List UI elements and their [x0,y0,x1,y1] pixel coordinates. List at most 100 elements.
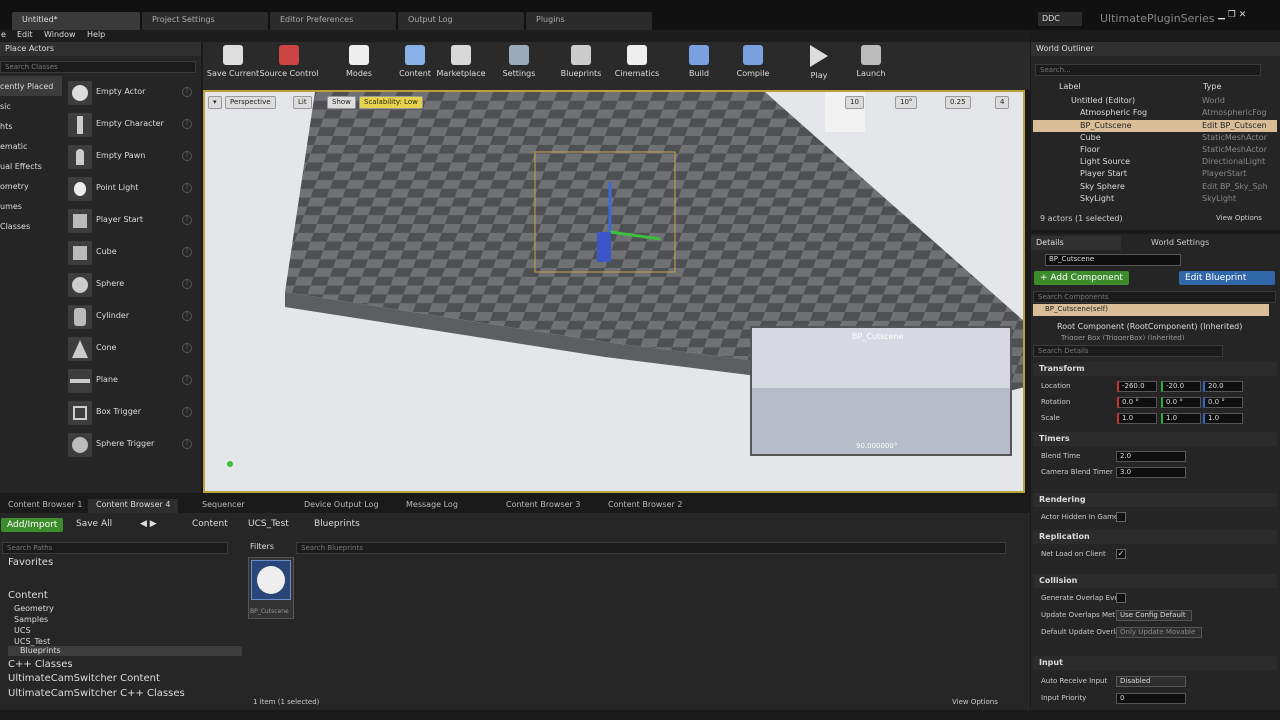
filters-button[interactable]: Filters [250,542,274,551]
actor-cone[interactable]: Cone? [64,334,198,364]
tab-content-browser-4[interactable]: Content Browser 4 [88,499,179,513]
tab-editor-preferences[interactable]: Editor Preferences [270,12,396,30]
actor-hidden-checkbox[interactable] [1116,512,1126,522]
tab-content-browser-2[interactable]: Content Browser 2 [600,499,690,513]
window-controls[interactable]: ▁ ❐ ✕ [1218,10,1246,20]
add-component-button[interactable]: + Add Component [1034,271,1129,285]
outliner-row[interactable]: Cube StaticMeshActor [1033,132,1277,144]
generate-overlap-checkbox[interactable] [1116,593,1126,603]
location-x[interactable]: -260.0 [1117,381,1157,392]
breadcrumb-ucs-test[interactable]: UCS_Test [248,519,289,529]
cinematics-button[interactable]: Cinematics [607,45,667,87]
actor-sphere[interactable]: Sphere? [64,270,198,300]
actor-sphere-trigger[interactable]: Sphere Trigger? [64,430,198,460]
actor-point-light[interactable]: Point Light? [64,174,198,204]
tab-message-log[interactable]: Message Log [398,499,466,513]
outliner-row[interactable]: Untitled (Editor) World [1033,95,1277,107]
folder-ucs[interactable]: UCS [14,626,31,635]
scale-y[interactable]: 1.0 [1161,413,1201,424]
scalability-warning[interactable]: Scalability: Low [359,96,423,109]
level-viewport[interactable]: ▾ Perspective Lit Show Scalability: Low … [203,90,1025,493]
net-load-checkbox[interactable]: ✓ [1116,549,1126,559]
build-button[interactable]: Build [669,45,729,87]
component-root[interactable]: Root Component (RootComponent) (Inherite… [1057,322,1242,331]
actor-cylinder[interactable]: Cylinder? [64,302,198,332]
outliner-row[interactable]: SkyLight SkyLight [1033,193,1277,205]
folder-cpp-classes[interactable]: C++ Classes [8,659,73,670]
breadcrumb-blueprints[interactable]: Blueprints [314,519,360,529]
section-input[interactable]: Input [1033,656,1277,670]
history-arrows[interactable]: ◀ ▶ [140,519,157,529]
rotation-z[interactable]: 0.0 ° [1203,397,1243,408]
viewport-options-button[interactable]: ▾ [208,96,222,109]
menu-help[interactable]: Help [87,30,105,39]
scale-snap-value[interactable]: 0.25 [945,96,971,109]
actor-name-field[interactable]: BP_Cutscene [1045,254,1181,266]
update-overlaps-dropdown[interactable]: Use Config Default [1116,610,1192,621]
camera-blend-timer-field[interactable]: 3.0 [1116,467,1186,478]
outliner-row[interactable]: Light Source DirectionalLight [1033,156,1277,168]
actor-empty-pawn[interactable]: Empty Pawn? [64,142,198,172]
actor-empty-actor[interactable]: Empty Actor? [64,78,198,108]
details-tab[interactable]: Details [1031,236,1121,250]
outliner-row[interactable]: BP_Cutscene Edit BP_Cutscen [1033,120,1277,132]
folder-samples[interactable]: Samples [14,615,48,624]
auto-receive-dropdown[interactable]: Disabled [1116,676,1186,687]
tab-untitled[interactable]: Untitled* [12,12,140,30]
category-lights[interactable]: hts [0,116,62,136]
actor-box-trigger[interactable]: Box Trigger? [64,398,198,428]
search-blueprints-input[interactable]: Search Blueprints [296,542,1006,554]
launch-button[interactable]: Launch [841,45,901,87]
search-details-input[interactable]: Search Details [1033,345,1223,357]
rotation-x[interactable]: 0.0 ° [1117,397,1157,408]
source-control-button[interactable]: Source Control [259,45,319,87]
section-timers[interactable]: Timers [1033,432,1277,446]
blend-time-field[interactable]: 2.0 [1116,451,1186,462]
category-all-classes[interactable]: Classes [0,216,62,236]
tab-sequencer[interactable]: Sequencer [194,499,253,513]
category-basic[interactable]: sic [0,96,62,116]
tab-output-log[interactable]: Output Log [398,12,524,30]
scale-z[interactable]: 1.0 [1203,413,1243,424]
section-collision[interactable]: Collision [1033,574,1277,588]
component-self[interactable]: BP_Cutscene(self) [1033,304,1269,316]
menu-file[interactable]: e [1,30,6,39]
menu-window[interactable]: Window [44,30,76,39]
actor-player-start[interactable]: Player Start? [64,206,198,236]
category-cinematic[interactable]: ematic [0,136,62,156]
component-trigger[interactable]: Trigger Box (TriggerBox) (Inherited) [1061,334,1184,340]
tab-content-browser-3[interactable]: Content Browser 3 [498,499,588,513]
default-update-dropdown[interactable]: Only Update Movable [1116,627,1202,638]
section-replication[interactable]: Replication [1033,530,1277,544]
modes-button[interactable]: Modes [329,45,389,87]
breadcrumb-content[interactable]: Content [192,519,228,529]
location-y[interactable]: -20.0 [1161,381,1201,392]
section-transform[interactable]: Transform [1033,362,1277,376]
folder-geometry[interactable]: Geometry [14,604,54,613]
outliner-row[interactable]: Atmospheric Fog AtmosphericFog [1033,107,1277,119]
play-button[interactable]: Play [789,45,849,87]
asset-tile[interactable]: BP_Cutscene [248,557,294,619]
scale-x[interactable]: 1.0 [1117,413,1157,424]
compile-button[interactable]: Compile [723,45,783,87]
outliner-view-options[interactable]: View Options [1216,214,1262,222]
category-visual-effects[interactable]: ual Effects [0,156,62,176]
settings-button[interactable]: Settings [489,45,549,87]
perspective-button[interactable]: Perspective [225,96,276,109]
rotation-snap-value[interactable]: 10° [895,96,918,109]
rotation-y[interactable]: 0.0 ° [1161,397,1201,408]
save-current-button[interactable]: Save Current [203,45,263,87]
folder-ucs-cpp[interactable]: UltimateCamSwitcher C++ Classes [8,688,185,699]
camera-speed-value[interactable]: 4 [995,96,1010,109]
tab-plugins[interactable]: Plugins [526,12,652,30]
world-settings-tab[interactable]: World Settings [1151,238,1209,247]
favorites-folder[interactable]: Favorites [8,557,53,568]
lit-button[interactable]: Lit [293,96,312,109]
show-button[interactable]: Show [327,96,356,109]
actor-empty-character[interactable]: Empty Character? [64,110,198,140]
search-classes-input[interactable]: Search Classes [0,61,196,73]
marketplace-button[interactable]: Marketplace [431,45,491,87]
tab-content-browser-1[interactable]: Content Browser 1 [0,499,90,513]
actor-cube[interactable]: Cube? [64,238,198,268]
outliner-row[interactable]: Player Start PlayerStart [1033,168,1277,180]
